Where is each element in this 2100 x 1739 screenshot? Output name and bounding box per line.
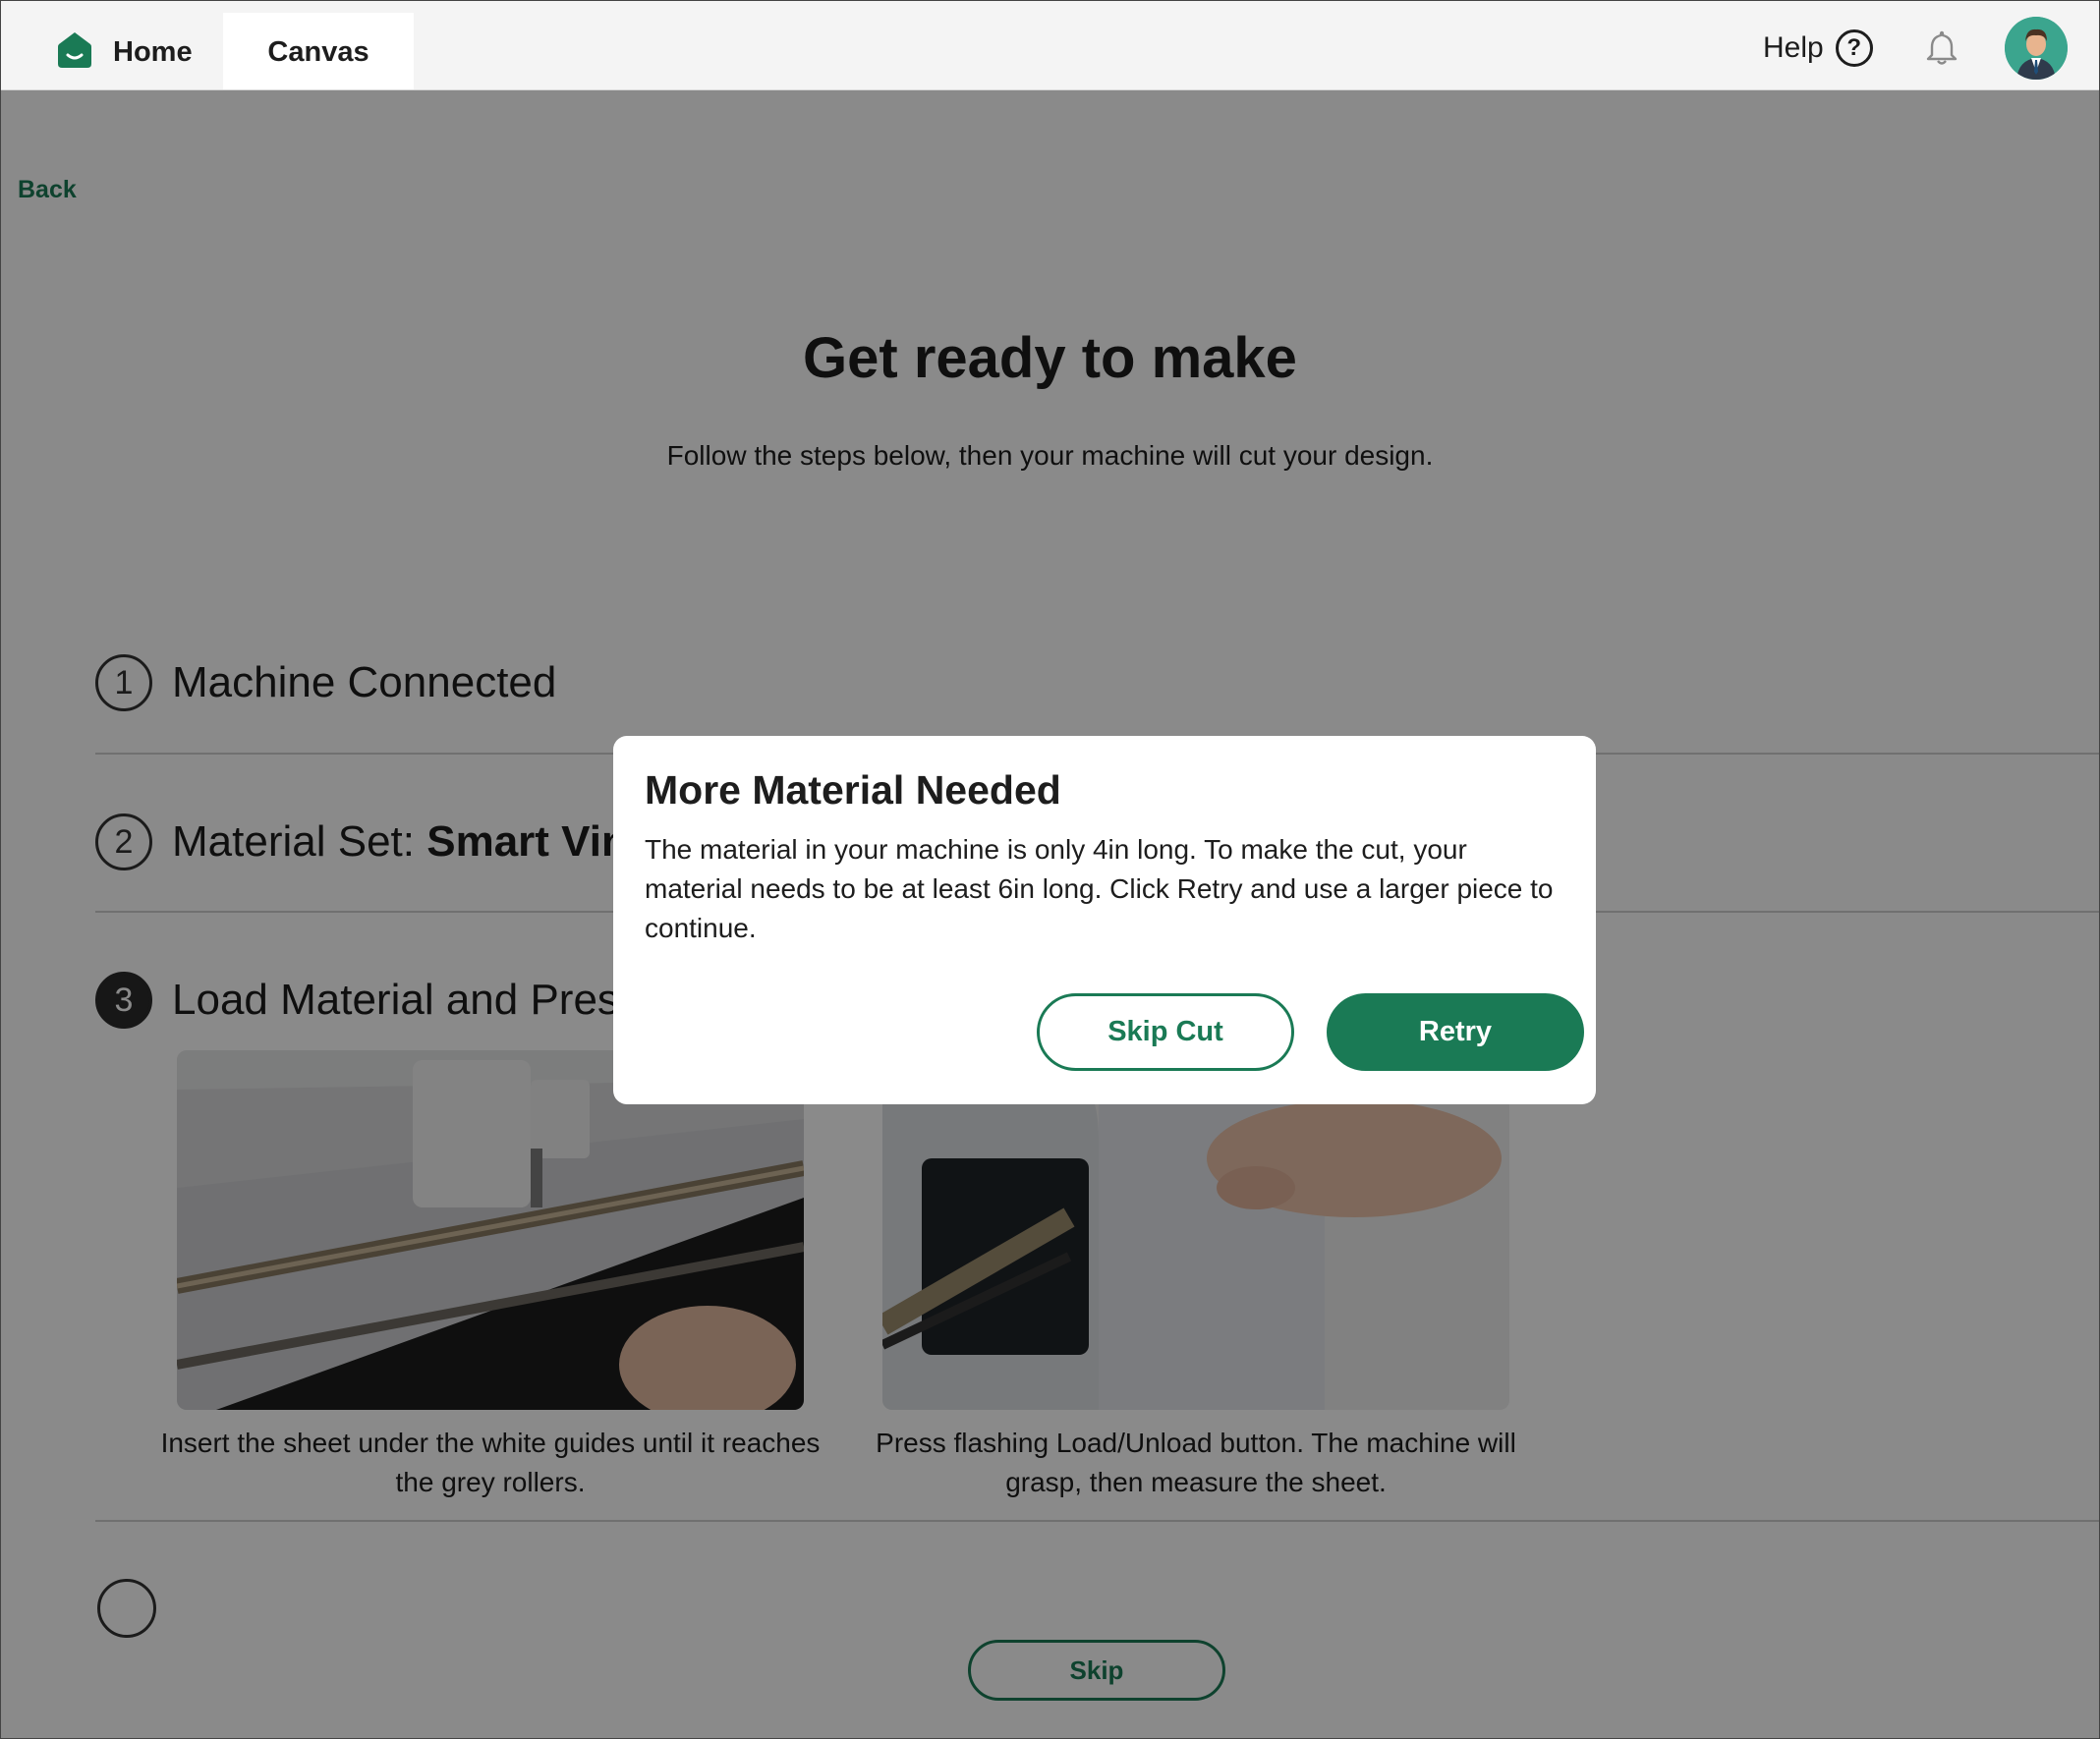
avatar-icon <box>2005 17 2068 80</box>
avatar[interactable] <box>2005 17 2068 80</box>
retry-button[interactable]: Retry <box>1327 993 1584 1071</box>
canvas-tab[interactable]: Canvas <box>223 13 414 89</box>
help-link[interactable]: Help ? <box>1763 27 1873 70</box>
home-icon <box>58 32 91 68</box>
help-icon: ? <box>1835 29 1873 67</box>
home-tab[interactable]: Home <box>1 1 222 89</box>
home-label: Home <box>113 36 193 68</box>
more-material-dialog: More Material Needed The material in you… <box>613 736 1596 1104</box>
skip-cut-button[interactable]: Skip Cut <box>1037 993 1294 1071</box>
help-label: Help <box>1763 31 1824 64</box>
dialog-message: The material in your machine is only 4in… <box>645 834 1554 943</box>
dialog-title: More Material Needed <box>645 767 1061 813</box>
canvas-label: Canvas <box>267 36 369 68</box>
app-window: Home Canvas Help ? Back Get ready to mak… <box>0 0 2100 1739</box>
bell-icon[interactable] <box>1922 28 1961 68</box>
top-nav-bar: Home Canvas Help ? <box>1 1 2099 90</box>
